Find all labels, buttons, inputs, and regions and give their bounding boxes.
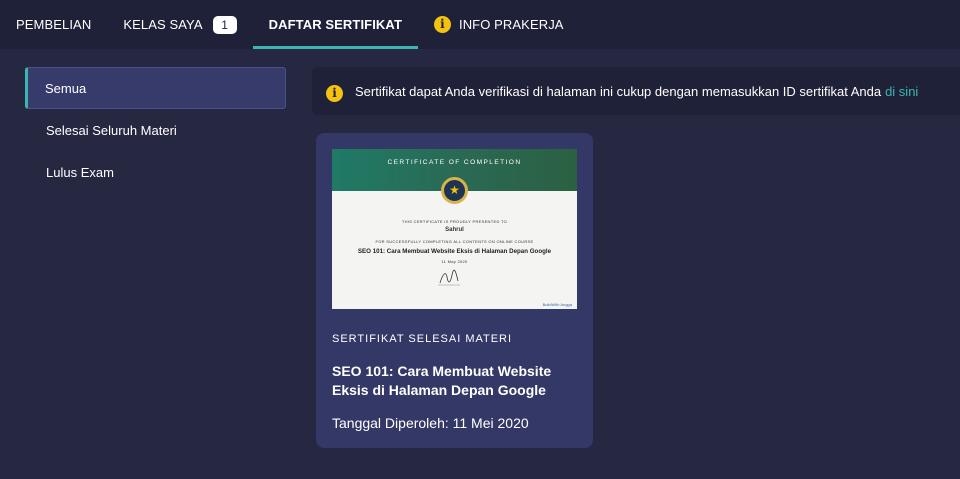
certificate-course: SEO 101: Cara Membuat Website Eksis di H… <box>357 248 552 255</box>
count-badge: 1 <box>212 15 237 34</box>
top-nav: PEMBELIAN KELAS SAYA 1 DAFTAR SERTIFIKAT… <box>0 0 960 49</box>
certificate-logo: BuildWith Angga <box>542 302 572 307</box>
tab-daftar-sertifikat[interactable]: DAFTAR SERTIFIKAT <box>252 0 419 49</box>
certificate-date: 11 May 2020 <box>441 259 468 264</box>
sidebar-item-label: Lulus Exam <box>46 164 114 180</box>
tab-info-prakerja[interactable]: i INFO PRAKERJA <box>418 0 580 49</box>
certificate-card[interactable]: CERTIFICATE OF COMPLETION ★ THIS CERTIFI… <box>316 133 593 448</box>
star-medal-icon: ★ <box>441 177 468 204</box>
certificate-presented: THIS CERTIFICATE IS PROUDLY PRESENTED TO <box>401 219 508 224</box>
tab-kelas-saya[interactable]: KELAS SAYA 1 <box>107 0 252 49</box>
signature-icon <box>438 269 460 286</box>
sidebar-item-label: Selesai Seluruh Materi <box>46 122 177 138</box>
certificate-date-obtained: Tanggal Diperoleh: 11 Mei 2020 <box>332 415 529 431</box>
tab-pembelian[interactable]: PEMBELIAN <box>0 0 107 49</box>
certificate-heading: CERTIFICATE OF COMPLETION <box>387 159 522 166</box>
tab-label: INFO PRAKERJA <box>458 17 564 32</box>
tab-label: DAFTAR SERTIFIKAT <box>268 17 402 32</box>
info-icon: i <box>326 84 343 102</box>
sidebar-item-semua[interactable]: Semua <box>25 67 286 109</box>
notice-text: Sertifikat dapat Anda verifikasi di hala… <box>355 83 882 99</box>
tab-label: PEMBELIAN <box>16 17 92 32</box>
certificate-recipient: Sahrul <box>445 227 464 233</box>
sidebar-item-label: Semua <box>45 80 87 96</box>
sidebar-item-selesai-seluruh-materi[interactable]: Selesai Seluruh Materi <box>25 109 286 151</box>
sidebar-filter: Semua Selesai Seluruh Materi Lulus Exam <box>25 67 286 193</box>
verification-notice: i Sertifikat dapat Anda verifikasi di ha… <box>312 67 960 115</box>
verify-link[interactable]: di sini <box>885 84 918 99</box>
certificate-for-text: FOR SUCCESSFULLY COMPLETING ALL CONTENTS… <box>375 239 534 244</box>
certificate-type: SERTIFIKAT SELESAI MATERI <box>332 333 513 345</box>
certificate-image[interactable]: CERTIFICATE OF COMPLETION ★ THIS CERTIFI… <box>332 149 577 309</box>
sidebar-item-lulus-exam[interactable]: Lulus Exam <box>25 151 286 193</box>
certificate-title: SEO 101: Cara Membuat Website Eksis di H… <box>332 363 552 398</box>
tab-label: KELAS SAYA <box>123 17 203 32</box>
info-icon: i <box>433 16 451 33</box>
